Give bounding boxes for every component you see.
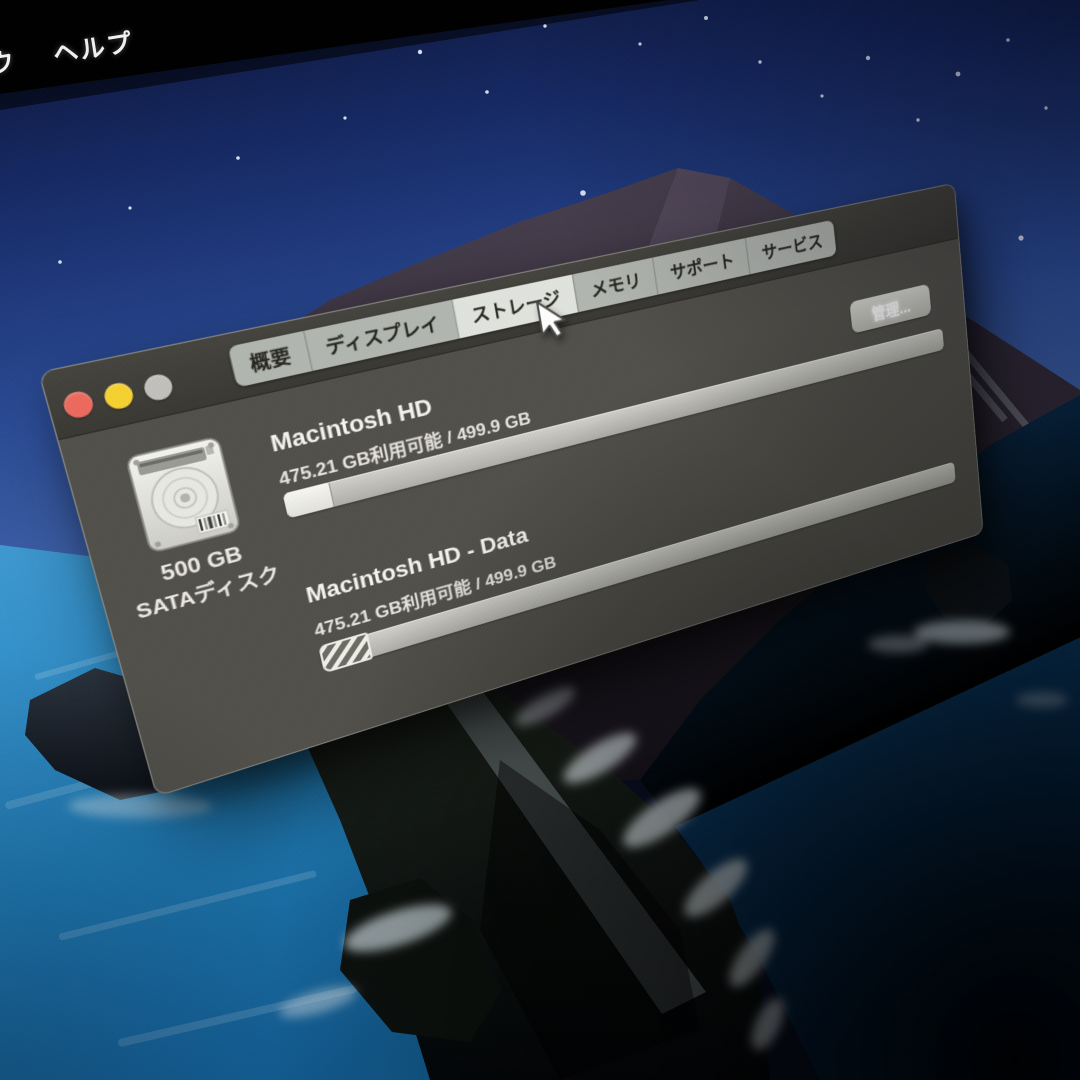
tab-overview[interactable]: 概要: [227, 331, 312, 388]
minimize-button[interactable]: [102, 381, 136, 412]
hard-drive-icon: [123, 433, 244, 557]
zoom-button[interactable]: [142, 372, 175, 402]
close-button[interactable]: [61, 389, 96, 420]
menu-item-partial[interactable]: ウ: [0, 41, 18, 81]
tab-memory[interactable]: メモリ: [572, 258, 658, 313]
foam-outcrop: [68, 794, 212, 818]
tab-support[interactable]: サポート: [653, 238, 750, 295]
tab-service[interactable]: サービス: [745, 220, 837, 275]
screen-photo: ウ ヘルプ 概要 ディスプレイ ストレージ メモリ サポート サービス 管理..…: [0, 0, 1080, 1080]
manage-button[interactable]: 管理...: [849, 284, 931, 334]
